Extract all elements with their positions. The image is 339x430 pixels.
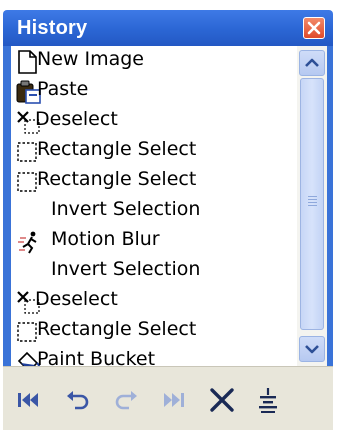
- fast-forward-icon: [164, 393, 184, 407]
- history-item[interactable]: Invert Selection: [11, 196, 297, 226]
- redo-icon: [115, 391, 137, 410]
- history-item[interactable]: Paint Bucket: [11, 346, 297, 366]
- history-toolbar: [3, 366, 333, 430]
- thumb-grip: [308, 196, 317, 197]
- history-item-label: Rectangle Select: [37, 168, 197, 190]
- history-item-label: Invert Selection: [51, 258, 201, 280]
- vertical-scrollbar[interactable]: [297, 46, 327, 366]
- history-item-label: Motion Blur: [51, 228, 160, 250]
- thumb-grip: [308, 202, 317, 203]
- clear-history-icon: [210, 388, 234, 412]
- motion-blur-icon: [15, 229, 43, 255]
- redo-button[interactable]: [111, 385, 141, 415]
- history-item[interactable]: Deselect: [11, 106, 297, 136]
- history-item[interactable]: Deselect: [11, 286, 297, 316]
- history-panel: History New Image Paste Deselect Rectang…: [0, 0, 339, 430]
- close-button[interactable]: [303, 17, 325, 39]
- history-item-label: Rectangle Select: [37, 318, 197, 340]
- history-item-label: Deselect: [35, 108, 118, 130]
- history-item-label: Deselect: [35, 288, 118, 310]
- rewind-button[interactable]: [13, 385, 43, 415]
- history-item[interactable]: Paste: [11, 76, 297, 106]
- history-item-label: Invert Selection: [51, 198, 201, 220]
- scroll-down-button[interactable]: [299, 336, 325, 362]
- rewind-icon: [18, 393, 38, 407]
- history-item[interactable]: Rectangle Select: [11, 316, 297, 346]
- history-item[interactable]: Rectangle Select: [11, 136, 297, 166]
- thumb-grip: [308, 199, 317, 200]
- chevron-up-icon: [305, 58, 319, 67]
- flatten-icon: [259, 388, 277, 413]
- history-list[interactable]: New Image Paste Deselect Rectangle Selec…: [11, 46, 297, 366]
- undo-icon: [67, 391, 89, 410]
- title-bar[interactable]: History: [3, 10, 333, 46]
- scroll-up-button[interactable]: [299, 50, 325, 76]
- history-item[interactable]: Motion Blur: [11, 226, 297, 256]
- panel-title: History: [17, 17, 88, 39]
- history-item-label: Paint Bucket: [37, 348, 156, 366]
- undo-button[interactable]: [63, 385, 93, 415]
- scroll-thumb[interactable]: [300, 78, 324, 330]
- chevron-down-icon: [305, 345, 319, 354]
- history-item-label: New Image: [37, 48, 144, 70]
- history-item-label: Rectangle Select: [37, 138, 197, 160]
- flatten-button[interactable]: [253, 385, 283, 415]
- clear-history-button[interactable]: [207, 385, 237, 415]
- history-item[interactable]: Rectangle Select: [11, 166, 297, 196]
- close-icon: [307, 21, 321, 35]
- history-item[interactable]: Invert Selection: [11, 256, 297, 286]
- fast-forward-button[interactable]: [159, 385, 189, 415]
- thumb-grip: [308, 205, 317, 206]
- history-item-label: Paste: [37, 78, 89, 100]
- history-item[interactable]: New Image: [11, 46, 297, 76]
